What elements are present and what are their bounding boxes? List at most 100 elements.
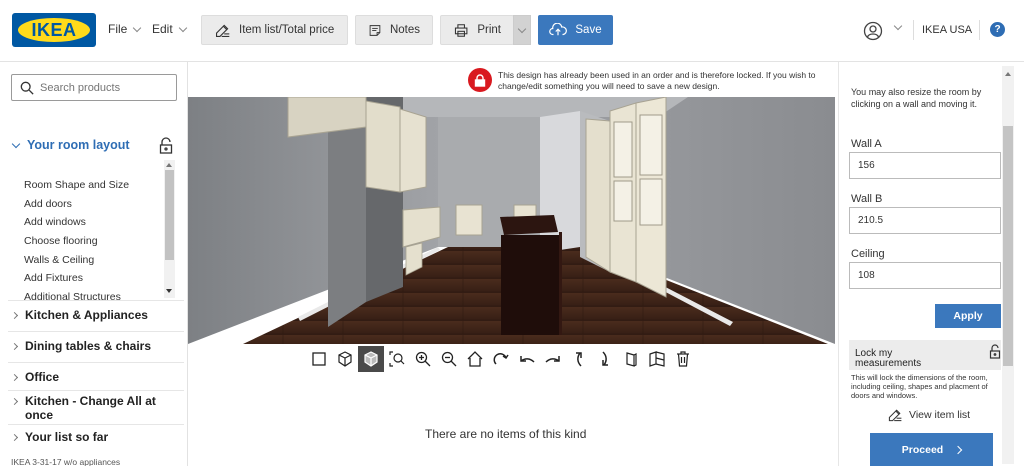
section-title: Kitchen & Appliances [25, 308, 148, 322]
notes-button[interactable]: Notes [355, 15, 433, 45]
view-item-list-link[interactable]: View item list [887, 407, 970, 423]
store-selector[interactable]: IKEA USA [922, 24, 972, 36]
room-layout-scrollbar[interactable] [164, 160, 175, 298]
view-toolbar [306, 345, 696, 372]
chevron-down-icon [178, 23, 187, 32]
top-bar: IKEA File Edit Item list/Total price Not… [0, 0, 1024, 62]
tilt-up-icon[interactable] [566, 346, 592, 372]
wall-a-input[interactable]: 156 [849, 152, 1001, 179]
scroll-up-icon[interactable] [166, 163, 172, 167]
section-office[interactable]: Office [10, 370, 183, 384]
lock-icon [159, 137, 173, 154]
locked-message: This design has already been used in an … [498, 70, 816, 91]
design-name: IKEA 3-31-17 w/o appliances [11, 457, 121, 466]
ceiling-label: Ceiling [851, 248, 885, 260]
wall-b-input[interactable]: 210.5 [849, 207, 1001, 234]
item-list-label: Item list/Total price [239, 24, 335, 36]
lock-measurements-toggle[interactable]: Lock my measurements [849, 340, 1001, 370]
chevron-down-icon [11, 139, 21, 148]
tilt-down-icon[interactable] [592, 346, 618, 372]
zoom-out-icon[interactable] [436, 346, 462, 372]
proceed-button[interactable]: Proceed [870, 433, 993, 466]
room-size-panel: You may also resize the room by clicking… [838, 62, 1024, 466]
wall-view-icon[interactable] [618, 346, 644, 372]
panel-scrollbar[interactable] [1002, 66, 1014, 464]
item-list-button[interactable]: Item list/Total price [201, 15, 348, 45]
list-item[interactable]: Additional Structures [24, 288, 164, 307]
scroll-thumb[interactable] [1003, 126, 1013, 366]
save-label: Save [575, 24, 602, 36]
room-layout-list: Room Shape and Size Add doors Add window… [24, 176, 164, 307]
list-item[interactable]: Add Fixtures [24, 269, 164, 288]
section-dining-tables[interactable]: Dining tables & chairs [10, 339, 183, 353]
resize-note: You may also resize the room by clicking… [851, 87, 982, 109]
3d-box-view-icon[interactable] [332, 346, 358, 372]
lock-measurements-description: This will lock the dimensions of the roo… [851, 373, 988, 400]
section-title: Your room layout [27, 138, 130, 152]
pan-right-icon[interactable] [540, 346, 566, 372]
kitchen-planner-app: IKEA File Edit Item list/Total price Not… [0, 0, 1024, 466]
section-title: Kitchen - Change All at once [25, 394, 156, 422]
zoom-fit-icon[interactable] [384, 346, 410, 372]
search-box[interactable] [11, 74, 177, 101]
trash-icon[interactable] [670, 346, 696, 372]
chevron-right-icon [953, 445, 963, 454]
chevron-down-icon [133, 23, 142, 32]
2d-view-icon[interactable] [306, 346, 332, 372]
save-button[interactable]: Save [538, 15, 613, 45]
chevron-down-icon [517, 24, 527, 33]
3d-room-view[interactable] [188, 97, 835, 344]
scroll-thumb[interactable] [165, 170, 174, 260]
scroll-up-icon[interactable] [1004, 72, 1011, 76]
chevron-right-icon [10, 433, 19, 442]
list-item[interactable]: Add windows [24, 213, 164, 232]
edit-menu-label: Edit [152, 22, 173, 36]
help-icon[interactable]: ? [990, 22, 1005, 37]
notes-icon [369, 24, 381, 36]
print-dropdown[interactable] [513, 15, 531, 45]
rotate-right-icon[interactable] [488, 346, 514, 372]
apply-button[interactable]: Apply [935, 304, 1001, 328]
pan-left-icon[interactable] [514, 346, 540, 372]
list-item[interactable]: Room Shape and Size [24, 176, 164, 195]
section-kitchen-appliances[interactable]: Kitchen & Appliances [10, 308, 183, 322]
chevron-right-icon [10, 397, 19, 406]
chevron-down-icon[interactable] [893, 21, 903, 31]
printer-icon [454, 23, 468, 37]
view-item-list-label: View item list [909, 409, 971, 421]
chevron-right-icon [10, 311, 19, 320]
chevron-right-icon [10, 373, 19, 382]
home-view-icon[interactable] [462, 346, 488, 372]
list-item[interactable]: Choose flooring [24, 232, 164, 251]
user-account-icon[interactable] [863, 21, 883, 41]
ikea-logo[interactable]: IKEA [12, 13, 96, 47]
unlock-icon [989, 344, 1001, 359]
file-menu[interactable]: File [108, 22, 142, 36]
section-your-list[interactable]: Your list so far [10, 430, 183, 444]
edit-menu[interactable]: Edit [152, 22, 187, 36]
wall-b-label: Wall B [851, 193, 883, 205]
pencil-list-icon [888, 409, 902, 422]
lock-measurements-title: Lock my measurements [855, 348, 922, 369]
search-input[interactable] [40, 81, 160, 94]
print-button[interactable]: Print [440, 15, 514, 45]
zoom-in-icon[interactable] [410, 346, 436, 372]
walls-toggle-icon[interactable] [644, 346, 670, 372]
chevron-right-icon [10, 342, 19, 351]
proceed-label: Proceed [901, 443, 944, 456]
list-item[interactable]: Add doors [24, 195, 164, 214]
section-title: Dining tables & chairs [25, 339, 152, 353]
list-item[interactable]: Walls & Ceiling [24, 251, 164, 270]
search-icon [20, 81, 34, 95]
3d-view-icon[interactable] [358, 345, 384, 372]
section-kitchen-change-all[interactable]: Kitchen - Change All at once [10, 394, 183, 422]
ceiling-input[interactable]: 108 [849, 262, 1001, 289]
left-sidebar: Your room layout Room Shape and Size Add… [0, 62, 188, 466]
section-your-room-layout[interactable]: Your room layout [11, 138, 181, 152]
notes-label: Notes [389, 24, 420, 36]
print-label: Print [477, 24, 501, 36]
pencil-list-icon [215, 24, 230, 37]
room-render[interactable] [188, 97, 835, 344]
scroll-down-icon[interactable] [166, 289, 172, 293]
empty-results-message: There are no items of this kind [425, 427, 587, 441]
